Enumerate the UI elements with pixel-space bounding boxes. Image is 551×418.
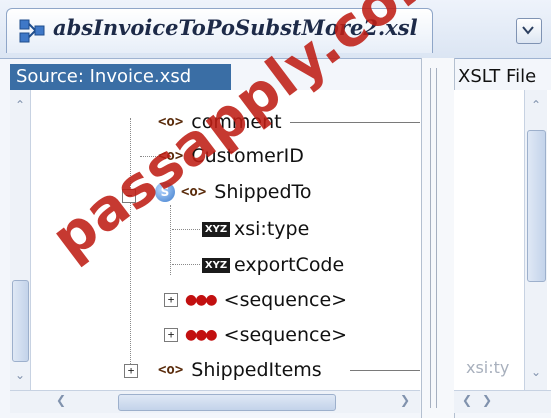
element-icon: <o> <box>181 184 207 200</box>
element-icon: <o> <box>158 362 184 378</box>
splitter-line <box>436 68 437 408</box>
tree-node-exportcode[interactable]: XYZ exportCode <box>202 250 344 280</box>
splitter-line <box>430 68 431 408</box>
editor-tab[interactable]: absInvoiceToPoSubstMore2.xsl <box>6 8 433 53</box>
chevron-down-icon <box>522 26 534 35</box>
tree-guide-line <box>130 200 131 378</box>
scroll-left-icon[interactable]: ❮ <box>56 393 66 407</box>
tree-guide-line <box>170 205 171 275</box>
tree-node-comment[interactable]: <o> comment <box>158 107 282 137</box>
expand-toggle[interactable]: + <box>164 328 178 342</box>
expand-toggle[interactable]: + <box>164 293 178 307</box>
tree-node-shippeditems[interactable]: <o> ShippedItems <box>158 355 322 385</box>
scrollbar-thumb[interactable] <box>12 280 29 362</box>
tree-node-shippedto[interactable]: S <o> ShippedTo <box>155 177 312 207</box>
collapse-toggle[interactable]: − <box>122 189 136 203</box>
editor-tab-bar: absInvoiceToPoSubstMore2.xsl <box>0 0 551 59</box>
expand-toggle[interactable]: + <box>124 364 138 378</box>
target-pane-header[interactable]: XSLT File <box>458 64 536 90</box>
source-pane-header[interactable]: Source: Invoice.xsd <box>10 64 231 90</box>
target-vertical-scrollbar[interactable]: ⌃ ⌄ <box>524 90 547 390</box>
tree-guide-line <box>140 156 160 157</box>
scroll-down-icon[interactable]: ⌄ <box>531 365 541 379</box>
scroll-up-icon[interactable]: ⌃ <box>15 98 25 112</box>
pane-splitter[interactable] <box>421 58 455 418</box>
schema-type-icon: S <box>155 182 175 202</box>
source-horizontal-scrollbar[interactable]: ❮ ❯ <box>10 390 420 413</box>
tree-node-sequence[interactable]: ●●● <sequence> <box>185 285 347 315</box>
tree-node-sequence[interactable]: ●●● <sequence> <box>185 320 347 350</box>
mapping-line <box>290 122 420 123</box>
tree-node-xsi-type[interactable]: XYZ xsi:type <box>202 214 309 244</box>
attribute-icon: XYZ <box>202 257 230 273</box>
tab-title: absInvoiceToPoSubstMore2.xsl <box>53 15 418 40</box>
scrollbar-thumb[interactable] <box>118 394 336 411</box>
scroll-right-icon[interactable]: ❯ <box>482 393 492 407</box>
scroll-right-icon[interactable]: ❯ <box>400 393 410 407</box>
element-icon: <o> <box>158 114 184 130</box>
target-tree-item[interactable]: xsi:ty <box>466 358 509 377</box>
scroll-left-icon[interactable]: ❮ <box>462 393 472 407</box>
sequence-icon: ●●● <box>185 292 218 308</box>
tree-node-customerid[interactable]: <o> CustomerID <box>158 141 304 171</box>
mapping-line <box>350 370 420 371</box>
target-horizontal-scrollbar[interactable]: ❮ ❯ <box>454 390 551 413</box>
attribute-icon: XYZ <box>202 221 230 237</box>
element-icon: <o> <box>158 148 184 164</box>
scrollbar-thumb[interactable] <box>527 130 546 282</box>
tree-guide-line <box>172 264 200 265</box>
source-vertical-scrollbar[interactable]: ⌃ ⌄ <box>10 90 31 390</box>
scroll-down-icon[interactable]: ⌄ <box>15 368 25 382</box>
xsl-mapper-icon <box>19 19 45 43</box>
tree-guide-line <box>172 229 200 230</box>
tab-menu-button[interactable] <box>516 18 542 44</box>
tree-guide-line <box>130 118 131 188</box>
sequence-icon: ●●● <box>185 327 218 343</box>
scroll-up-icon[interactable]: ⌃ <box>531 98 541 112</box>
